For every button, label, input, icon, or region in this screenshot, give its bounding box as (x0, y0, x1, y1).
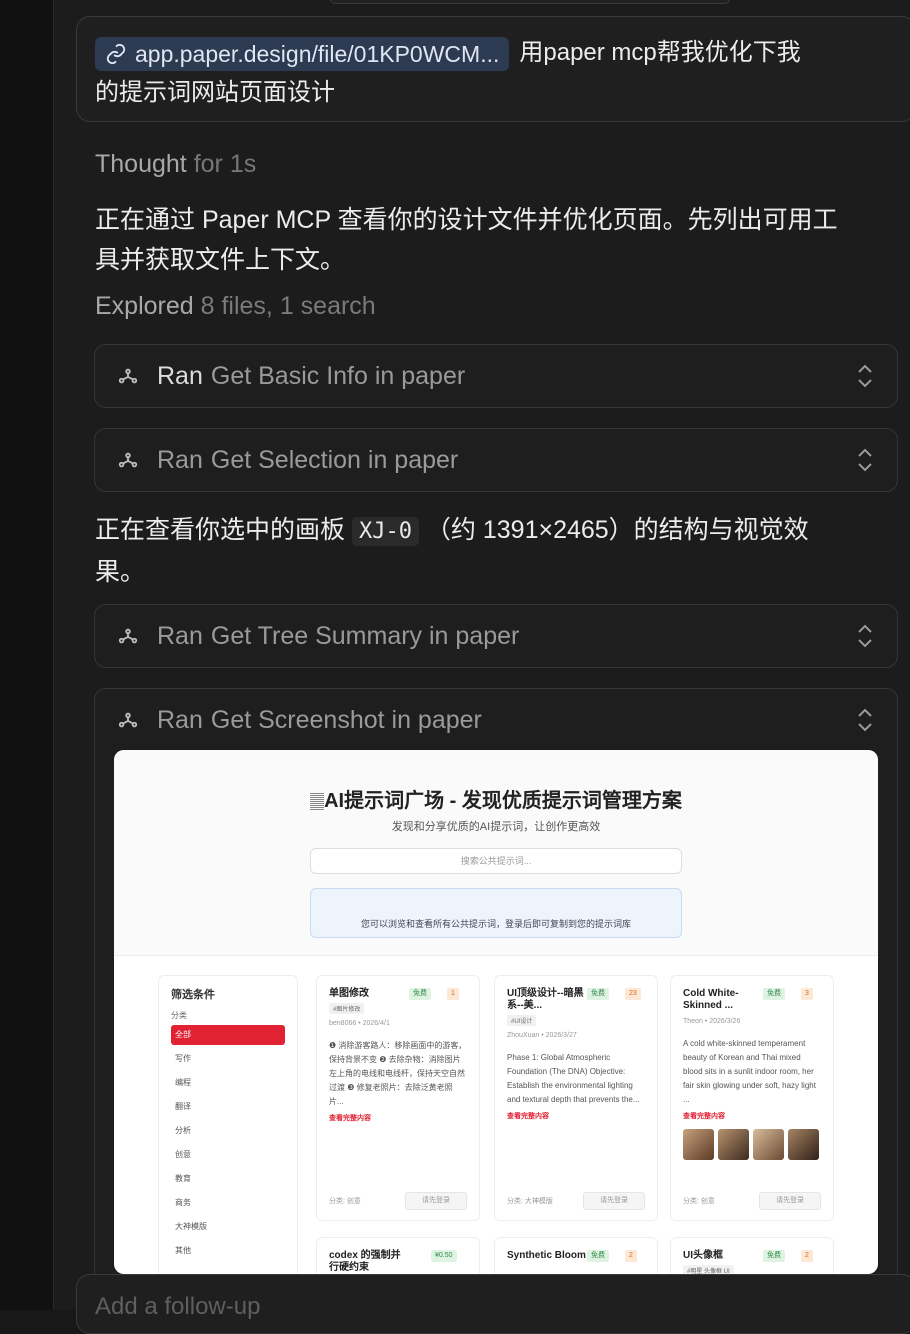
filter-item: 写作 (175, 1054, 191, 1063)
left-sidebar (0, 0, 54, 1310)
link-chip-text: app.paper.design/file/01KP0WCM... (135, 40, 500, 67)
filter-item: 其他 (175, 1246, 191, 1255)
tool-ran-label: Ran (157, 445, 203, 474)
preview-notice: 您可以浏览和查看所有公共提示词，登录后即可复制到您的提示词库 (310, 888, 682, 938)
filter-item: 大神模版 (175, 1222, 207, 1231)
prompt-text-line2: 的提示词网站页面设计 (95, 79, 335, 106)
follow-up-input[interactable]: Add a follow-up (76, 1274, 910, 1334)
tool-call-basic-info[interactable]: Ran Get Basic Info in paper (94, 344, 898, 408)
thought-label: Thought (95, 150, 187, 178)
filter-item: 商务 (175, 1198, 191, 1207)
previous-message-edge (330, 0, 730, 4)
follow-up-placeholder: Add a follow-up (95, 1293, 261, 1320)
preview-search-input: 搜索公共提示词... (310, 848, 682, 874)
image-thumbnails (683, 1129, 821, 1160)
tool-icon (118, 368, 138, 384)
filter-item: 编程 (175, 1078, 191, 1087)
filter-item: 教育 (175, 1174, 191, 1183)
tool-ran-label: Ran (157, 621, 203, 650)
tool-call-tree-summary[interactable]: Ran Get Tree Summary in paper (94, 604, 898, 668)
tool-icon (118, 712, 138, 728)
assistant-message-2-text: 正在查看你选中的画板 (95, 516, 346, 544)
preview-filter-panel: 筛选条件 分类 全部 写作 编程 翻译 分析 创意 教育 商务 大神模版 其他 (158, 975, 298, 1274)
explored-label: Explored (95, 292, 194, 320)
artboard-code: XJ-0 (351, 517, 419, 546)
filter-title: 筛选条件 (171, 989, 215, 1001)
memo-icon (310, 792, 325, 811)
tool-name: Get Selection in paper (210, 445, 459, 474)
link-chip[interactable]: app.paper.design/file/01KP0WCM... (95, 36, 510, 71)
assistant-message-1: 正在通过 Paper MCP 查看你的设计文件并优化页面。先列出可用工 具并获取… (95, 200, 895, 280)
prompt-text-line1: 用paper mcp帮我优化下我 (519, 39, 801, 66)
tool-icon (118, 452, 138, 468)
thought-header[interactable]: Thought for 1s (95, 150, 256, 179)
assistant-message-2: 正在查看你选中的画板 XJ-0 （约 1391×2465）的结构与视觉效 果。 (95, 510, 895, 592)
filter-item: 全部 (171, 1025, 285, 1045)
tool-ran-label: Ran (157, 361, 203, 390)
preview-prompt-card: Cold White-Skinned ... 免费 3 Theon • 2026… (670, 975, 834, 1221)
expand-chevron-icon[interactable] (855, 445, 875, 475)
tool-name: Get Basic Info in paper (210, 361, 466, 390)
tool-name: Get Screenshot in paper (210, 705, 482, 734)
assistant-message-1-line2: 具并获取文件上下文。 (95, 246, 346, 274)
link-icon (106, 43, 126, 64)
filter-item: 创意 (175, 1150, 191, 1159)
expand-chevron-icon[interactable] (855, 705, 875, 735)
preview-prompt-card: 单图修改 免费 1 #图片修改 ben8066 • 2026/4/1 ❶ 消除游… (316, 975, 480, 1221)
assistant-message-2-text-b: （约 1391×2465）的结构与视觉效 (425, 516, 809, 544)
explored-summary[interactable]: Explored 8 files, 1 search (95, 292, 376, 321)
filter-section-label: 分类 (171, 1011, 187, 1020)
tool-ran-label: Ran (157, 705, 203, 734)
thought-duration: for 1s (193, 150, 257, 178)
filter-item: 分析 (175, 1126, 191, 1135)
preview-subtitle: 发现和分享优质的AI提示词，让创作更高效 (391, 821, 601, 833)
screenshot-preview: AI提示词广场 - 发现优质提示词管理方案 发现和分享优质的AI提示词，让创作更… (114, 750, 878, 1274)
preview-prompt-card: UI头像框 免费 2 #明星 头像框 UI (670, 1237, 834, 1274)
preview-prompt-card: Synthetic Bloom 免费 2 (494, 1237, 658, 1274)
tool-icon (118, 628, 138, 644)
preview-prompt-card: codex 的强制并行硬约束 ¥0.50 (316, 1237, 480, 1274)
preview-title: AI提示词广场 - 发现优质提示词管理方案 (114, 784, 878, 813)
assistant-message-1-line1: 正在通过 Paper MCP 查看你的设计文件并优化页面。先列出可用工 (95, 206, 838, 234)
assistant-message-2-line2: 果。 (95, 558, 146, 586)
expand-chevron-icon[interactable] (855, 621, 875, 651)
preview-prompt-card: UI顶级设计--暗黑系--美... 免费 23 #UI设计 ZhouXuan •… (494, 975, 658, 1221)
expand-chevron-icon[interactable] (855, 361, 875, 391)
tool-call-selection[interactable]: Ran Get Selection in paper (94, 428, 898, 492)
explored-detail: 8 files, 1 search (200, 292, 376, 320)
filter-item: 翻译 (175, 1102, 191, 1111)
tool-name: Get Tree Summary in paper (210, 621, 520, 650)
user-prompt-card: app.paper.design/file/01KP0WCM... 用paper… (76, 16, 910, 122)
